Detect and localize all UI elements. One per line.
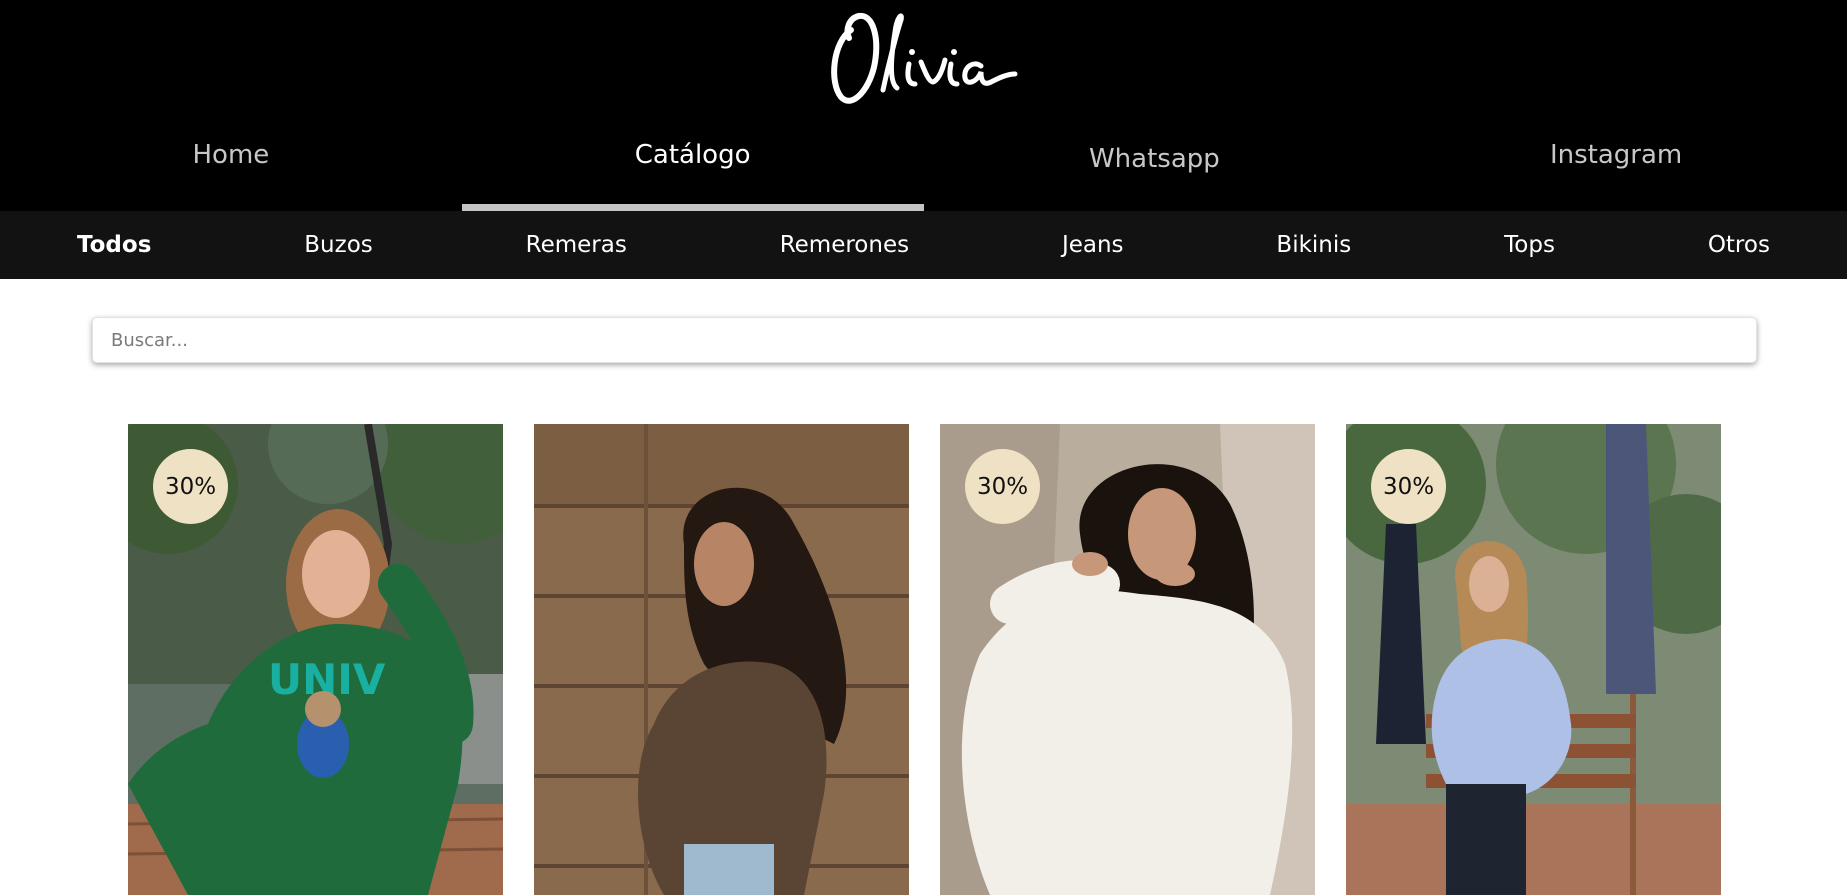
nav-whatsapp[interactable]: Whatsapp bbox=[924, 118, 1386, 211]
nav-home-label: Home bbox=[192, 140, 270, 170]
product-card[interactable] bbox=[534, 424, 909, 895]
discount-badge: 30% bbox=[1371, 449, 1446, 524]
nav-home[interactable]: Home bbox=[0, 118, 462, 211]
category-remerones[interactable]: Remerones bbox=[780, 232, 909, 258]
category-otros[interactable]: Otros bbox=[1708, 232, 1770, 258]
main-nav: Home Catálogo Whatsapp Instagram bbox=[0, 118, 1847, 211]
category-bikinis[interactable]: Bikinis bbox=[1276, 232, 1351, 258]
category-tops[interactable]: Tops bbox=[1504, 232, 1555, 258]
site-header: Home Catálogo Whatsapp Instagram bbox=[0, 0, 1847, 211]
category-buzos[interactable]: Buzos bbox=[304, 232, 372, 258]
category-bar: Todos Buzos Remeras Remerones Jeans Biki… bbox=[0, 211, 1847, 279]
discount-badge: 30% bbox=[153, 449, 228, 524]
product-card[interactable]: 30% bbox=[1346, 424, 1721, 895]
nav-instagram[interactable]: Instagram bbox=[1385, 118, 1847, 211]
search-input[interactable] bbox=[93, 318, 1756, 362]
brand-logo[interactable] bbox=[823, 2, 1023, 112]
product-grid: UNIV 30% 30% 30% bbox=[0, 424, 1847, 895]
category-jeans[interactable]: Jeans bbox=[1062, 232, 1124, 258]
nav-whatsapp-label: Whatsapp bbox=[1088, 144, 1220, 174]
category-remeras[interactable]: Remeras bbox=[526, 232, 627, 258]
product-card[interactable]: UNIV 30% bbox=[128, 424, 503, 895]
olivia-logo-script bbox=[831, 13, 1018, 104]
product-card[interactable]: 30% bbox=[940, 424, 1315, 895]
nav-instagram-label: Instagram bbox=[1549, 140, 1683, 170]
discount-badge: 30% bbox=[965, 449, 1040, 524]
nav-catalogo-label: Catálogo bbox=[634, 140, 751, 170]
active-tab-indicator bbox=[461, 204, 924, 211]
brown-sweatshirt-photo bbox=[534, 424, 909, 895]
category-todos[interactable]: Todos bbox=[77, 232, 151, 258]
search-box bbox=[92, 317, 1757, 363]
nav-catalogo[interactable]: Catálogo bbox=[461, 118, 924, 211]
